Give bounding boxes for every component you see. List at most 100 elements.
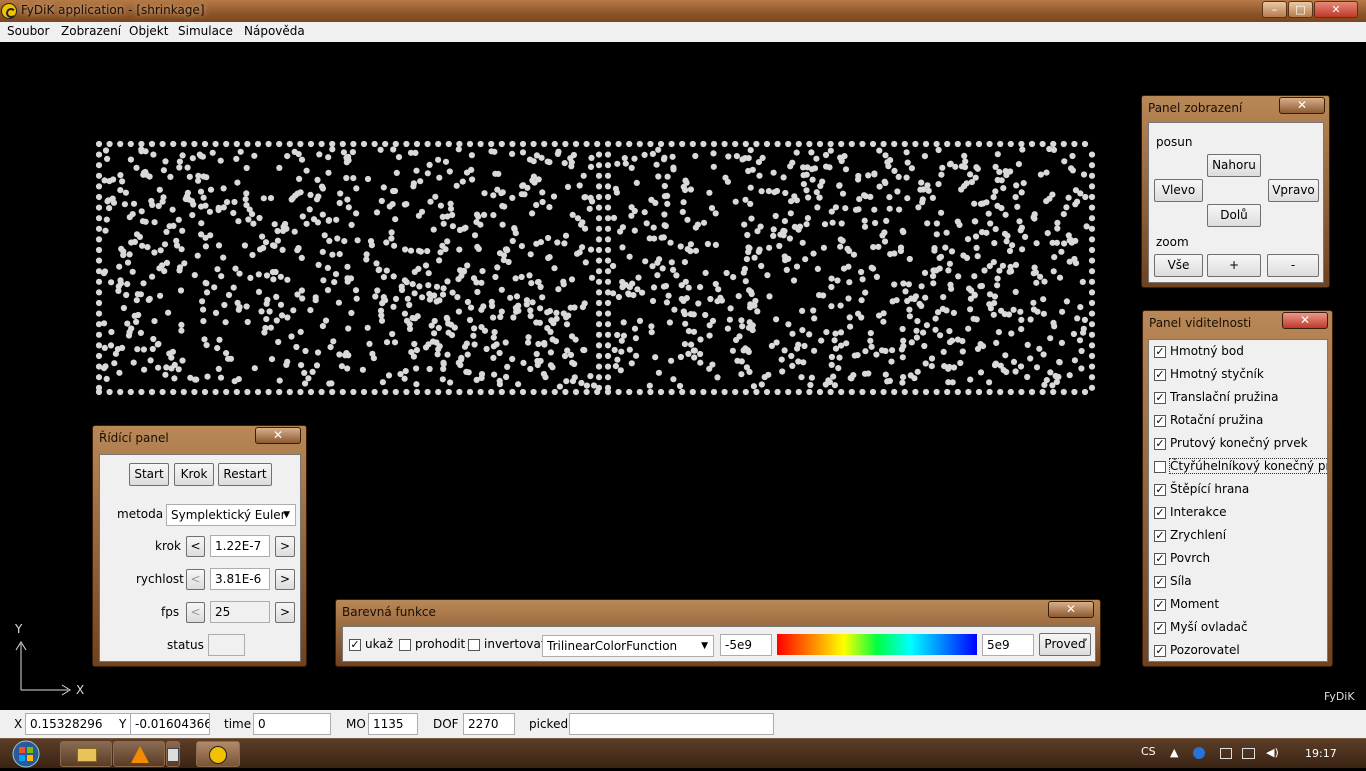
menu-soubor[interactable]: Soubor [7, 24, 49, 38]
taskbar-calc-icon[interactable] [166, 741, 180, 767]
start-button[interactable]: Start [129, 463, 169, 486]
visibility-checkbox[interactable]: ✓ [1154, 599, 1166, 611]
menu-objekt[interactable]: Objekt [129, 24, 168, 38]
maximize-button[interactable]: □ [1288, 1, 1313, 18]
barevna-funkce-close-button[interactable]: ✕ [1048, 601, 1094, 618]
zoom-in-button[interactable]: + [1207, 254, 1261, 277]
tray-device-icon[interactable] [1220, 748, 1232, 759]
visibility-item[interactable]: ✓ Síla [1154, 573, 1327, 591]
visibility-checkbox[interactable]: ✓ [1154, 415, 1166, 427]
left-button[interactable]: Vlevo [1154, 179, 1203, 202]
visibility-checkbox[interactable]: ✓ [1154, 346, 1166, 358]
barevna-funkce-title: Barevná funkce [342, 605, 436, 619]
picked-field[interactable] [569, 713, 774, 735]
fps-field[interactable]: 25 [210, 601, 270, 623]
visibility-item[interactable]: ✓ Pozorovatel [1154, 642, 1327, 660]
visibility-item[interactable]: ✓ Rotační pružina [1154, 412, 1327, 430]
up-button[interactable]: Nahoru [1207, 154, 1261, 177]
visibility-label: Myší ovladač [1170, 620, 1248, 634]
x-coord-label: X [14, 717, 23, 731]
visibility-checkbox[interactable] [1154, 461, 1166, 473]
visibility-checkbox[interactable]: ✓ [1154, 484, 1166, 496]
visibility-item[interactable]: ✓ Štěpící hrana [1154, 481, 1327, 499]
barevna-funkce-body: ✓ ukaž prohodit invertovat TrilinearColo… [342, 626, 1096, 662]
start-orb-icon[interactable] [4, 739, 48, 768]
panel-viditelnosti-title: Panel viditelnosti [1149, 316, 1252, 330]
ridici-panel-title: Řídící panel [99, 431, 169, 445]
visibility-item[interactable]: Čtyřúhelníkový konečný prvek [1154, 458, 1327, 476]
visibility-item[interactable]: ✓ Moment [1154, 596, 1327, 614]
visibility-checkbox[interactable]: ✓ [1154, 645, 1166, 657]
tray-volume-icon[interactable]: ◀) [1266, 746, 1279, 759]
prohodit-label: prohodit [415, 637, 466, 651]
close-window-button[interactable]: ✕ [1314, 1, 1358, 18]
clock[interactable]: 19:17 [1305, 747, 1337, 760]
visibility-item[interactable]: ✓ Zrychlení [1154, 527, 1327, 545]
visibility-checkbox[interactable]: ✓ [1154, 553, 1166, 565]
visibility-checkbox[interactable]: ✓ [1154, 576, 1166, 588]
visibility-list: ✓ Hmotný bod ✓ Hmotný styčník ✓ Translační pr… [1148, 339, 1328, 662]
panel-zobrazeni-close-button[interactable]: ✕ [1279, 97, 1325, 114]
mo-label: MO [346, 717, 366, 731]
down-button[interactable]: Dolů [1207, 204, 1261, 227]
rychlost-increase-button[interactable]: > [275, 569, 295, 590]
step-button[interactable]: Krok [174, 463, 214, 486]
dof-field[interactable]: 2270 [463, 713, 515, 735]
krok-field[interactable]: 1.22E-7 [210, 535, 270, 557]
visibility-checkbox[interactable]: ✓ [1154, 622, 1166, 634]
panel-zobrazeni-body: posun Nahoru Vlevo Vpravo Dolů zoom Vše … [1148, 122, 1324, 283]
language-indicator[interactable]: CS [1141, 745, 1156, 758]
tray-network-icon[interactable] [1242, 748, 1255, 759]
visibility-checkbox[interactable]: ✓ [1154, 530, 1166, 542]
krok-label: krok [155, 539, 181, 553]
visibility-item[interactable]: ✓ Interakce [1154, 504, 1327, 522]
right-button[interactable]: Vpravo [1268, 179, 1319, 202]
tray-update-icon[interactable] [1193, 747, 1205, 759]
visibility-item[interactable]: ✓ Povrch [1154, 550, 1327, 568]
ukaz-checkbox[interactable]: ✓ [349, 639, 361, 651]
visibility-label: Translační pružina [1170, 390, 1279, 404]
color-max-field[interactable]: 5e9 [982, 634, 1034, 656]
krok-decrease-button[interactable]: < [186, 536, 205, 557]
rychlost-decrease-button[interactable]: < [186, 569, 205, 590]
visibility-item[interactable]: ✓ Myší ovladač [1154, 619, 1327, 637]
visibility-checkbox[interactable]: ✓ [1154, 369, 1166, 381]
krok-increase-button[interactable]: > [275, 536, 295, 557]
window-title: FyDiK application - [shrinkage] [21, 3, 205, 17]
visibility-checkbox[interactable]: ✓ [1154, 507, 1166, 519]
visibility-checkbox[interactable]: ✓ [1154, 392, 1166, 404]
minimize-button[interactable]: – [1262, 1, 1287, 18]
taskbar-fydik-icon[interactable] [196, 741, 240, 767]
apply-button[interactable]: Proveď [1039, 633, 1091, 656]
prohodit-checkbox[interactable] [399, 639, 411, 651]
invertovat-checkbox[interactable] [468, 639, 480, 651]
visibility-item[interactable]: ✓ Translační pružina [1154, 389, 1327, 407]
visibility-label: Zrychlení [1170, 528, 1227, 542]
mo-field[interactable]: 1135 [368, 713, 418, 735]
fps-increase-button[interactable]: > [275, 602, 295, 623]
menu-zobrazeni[interactable]: Zobrazení [61, 24, 121, 38]
visibility-checkbox[interactable]: ✓ [1154, 438, 1166, 450]
metoda-select[interactable]: Symplektický Euler ▼ [166, 504, 296, 526]
ridici-panel-close-button[interactable]: ✕ [255, 427, 301, 444]
zoom-all-button[interactable]: Vše [1154, 254, 1203, 277]
rychlost-field[interactable]: 3.81E-6 [210, 568, 270, 590]
tray-arrow-icon[interactable]: ▲ [1170, 746, 1178, 759]
panel-viditelnosti-close-button[interactable]: ✕ [1282, 312, 1328, 329]
color-function-select[interactable]: TrilinearColorFunction ▼ [542, 635, 714, 657]
restart-button[interactable]: Restart [218, 463, 272, 486]
taskbar-explorer-icon[interactable] [60, 741, 112, 767]
taskbar-vlc-icon[interactable] [113, 741, 165, 767]
fps-decrease-button[interactable]: < [186, 602, 205, 623]
menu-simulace[interactable]: Simulace [178, 24, 233, 38]
y-coord-field[interactable]: -0.01604366 [130, 713, 210, 735]
color-min-field[interactable]: -5e9 [720, 634, 772, 656]
color-function-value: TrilinearColorFunction [547, 639, 678, 653]
visibility-item[interactable]: ✓ Prutový konečný prvek [1154, 435, 1327, 453]
visibility-item[interactable]: ✓ Hmotný styčník [1154, 366, 1327, 384]
x-coord-field[interactable]: 0.15328296 [25, 713, 131, 735]
menu-napoveda[interactable]: Nápověda [244, 24, 305, 38]
time-field[interactable]: 0 [253, 713, 331, 735]
zoom-out-button[interactable]: - [1267, 254, 1319, 277]
visibility-item[interactable]: ✓ Hmotný bod [1154, 343, 1327, 361]
